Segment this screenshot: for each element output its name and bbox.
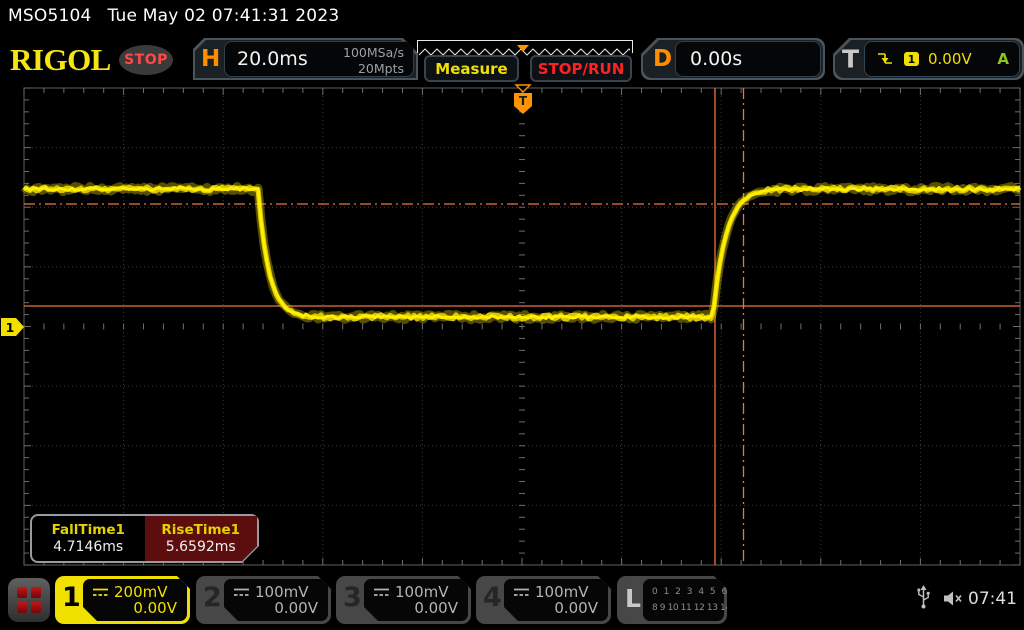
channel3-button[interactable]: 3 100mV 0.00V [336, 576, 471, 624]
channel4-button[interactable]: 4 100mV 0.00V [476, 576, 611, 624]
channel-number: 1 [62, 582, 81, 613]
channel-panel: 100mV 0.00V [224, 579, 328, 621]
channel-panel: 100mV 0.00V [364, 579, 468, 621]
channel-number: 4 [483, 582, 502, 613]
channel-panel: 100mV 0.00V [504, 579, 608, 621]
trigger-marker-label: T [519, 94, 528, 108]
measurement-name: FallTime1 [52, 522, 125, 538]
measurement-panel[interactable]: FallTime1 4.7146ms RiseTime1 5.6592ms [30, 514, 259, 563]
speaker-muted-icon [943, 591, 964, 606]
clock-label: 07:41 [968, 589, 1017, 609]
channel1-trace [24, 186, 1020, 319]
channel1-button[interactable]: 1 200mV 0.00V [55, 576, 190, 624]
channel-offset: 0.00V [133, 599, 177, 617]
logic-label: L [625, 584, 641, 613]
channel-panel: 200mV 0.00V [83, 579, 187, 621]
logic-panel: 0 1 2 3 4 5 6 7 8 9 10 11 12 13 14 15 [643, 579, 724, 621]
logic-channels-button[interactable]: L 0 1 2 3 4 5 6 7 8 9 10 11 12 13 14 15 [617, 576, 727, 624]
measurement-name: RiseTime1 [161, 522, 240, 538]
dc-coupling-icon [233, 587, 250, 598]
measurement-value: 4.7146ms [53, 539, 123, 555]
channel-offset: 0.00V [554, 599, 598, 617]
usb-icon [916, 585, 931, 610]
grid-icon [31, 602, 41, 613]
measurement-item-falltime[interactable]: FallTime1 4.7146ms [32, 516, 145, 561]
measurement-panel-inner: FallTime1 4.7146ms RiseTime1 5.6592ms [32, 516, 257, 561]
grid-lines [24, 88, 1020, 565]
grid-icon [17, 587, 27, 598]
grid-icon [31, 587, 41, 598]
grid-icon [17, 602, 27, 613]
dc-coupling-icon [513, 587, 530, 598]
trigger-position-marker[interactable]: T [514, 85, 532, 114]
channel1-ground-marker[interactable]: 1 [1, 318, 24, 336]
channel-offset: 0.00V [414, 599, 458, 617]
measurement-value: 5.6592ms [166, 539, 236, 555]
channel-marker-label: 1 [6, 320, 15, 335]
oscilloscope-screen: MSO5104Tue May 02 07:41:31 2023 RIGOL ST… [0, 0, 1024, 630]
menu-button[interactable] [8, 578, 50, 622]
dc-coupling-icon [92, 587, 109, 598]
channel-number: 3 [343, 582, 362, 613]
dc-coupling-icon [373, 587, 390, 598]
measurement-item-risetime[interactable]: RiseTime1 5.6592ms [145, 516, 258, 561]
channel2-button[interactable]: 2 100mV 0.00V [196, 576, 331, 624]
channel-offset: 0.00V [274, 599, 318, 617]
channel-number: 2 [203, 582, 222, 613]
